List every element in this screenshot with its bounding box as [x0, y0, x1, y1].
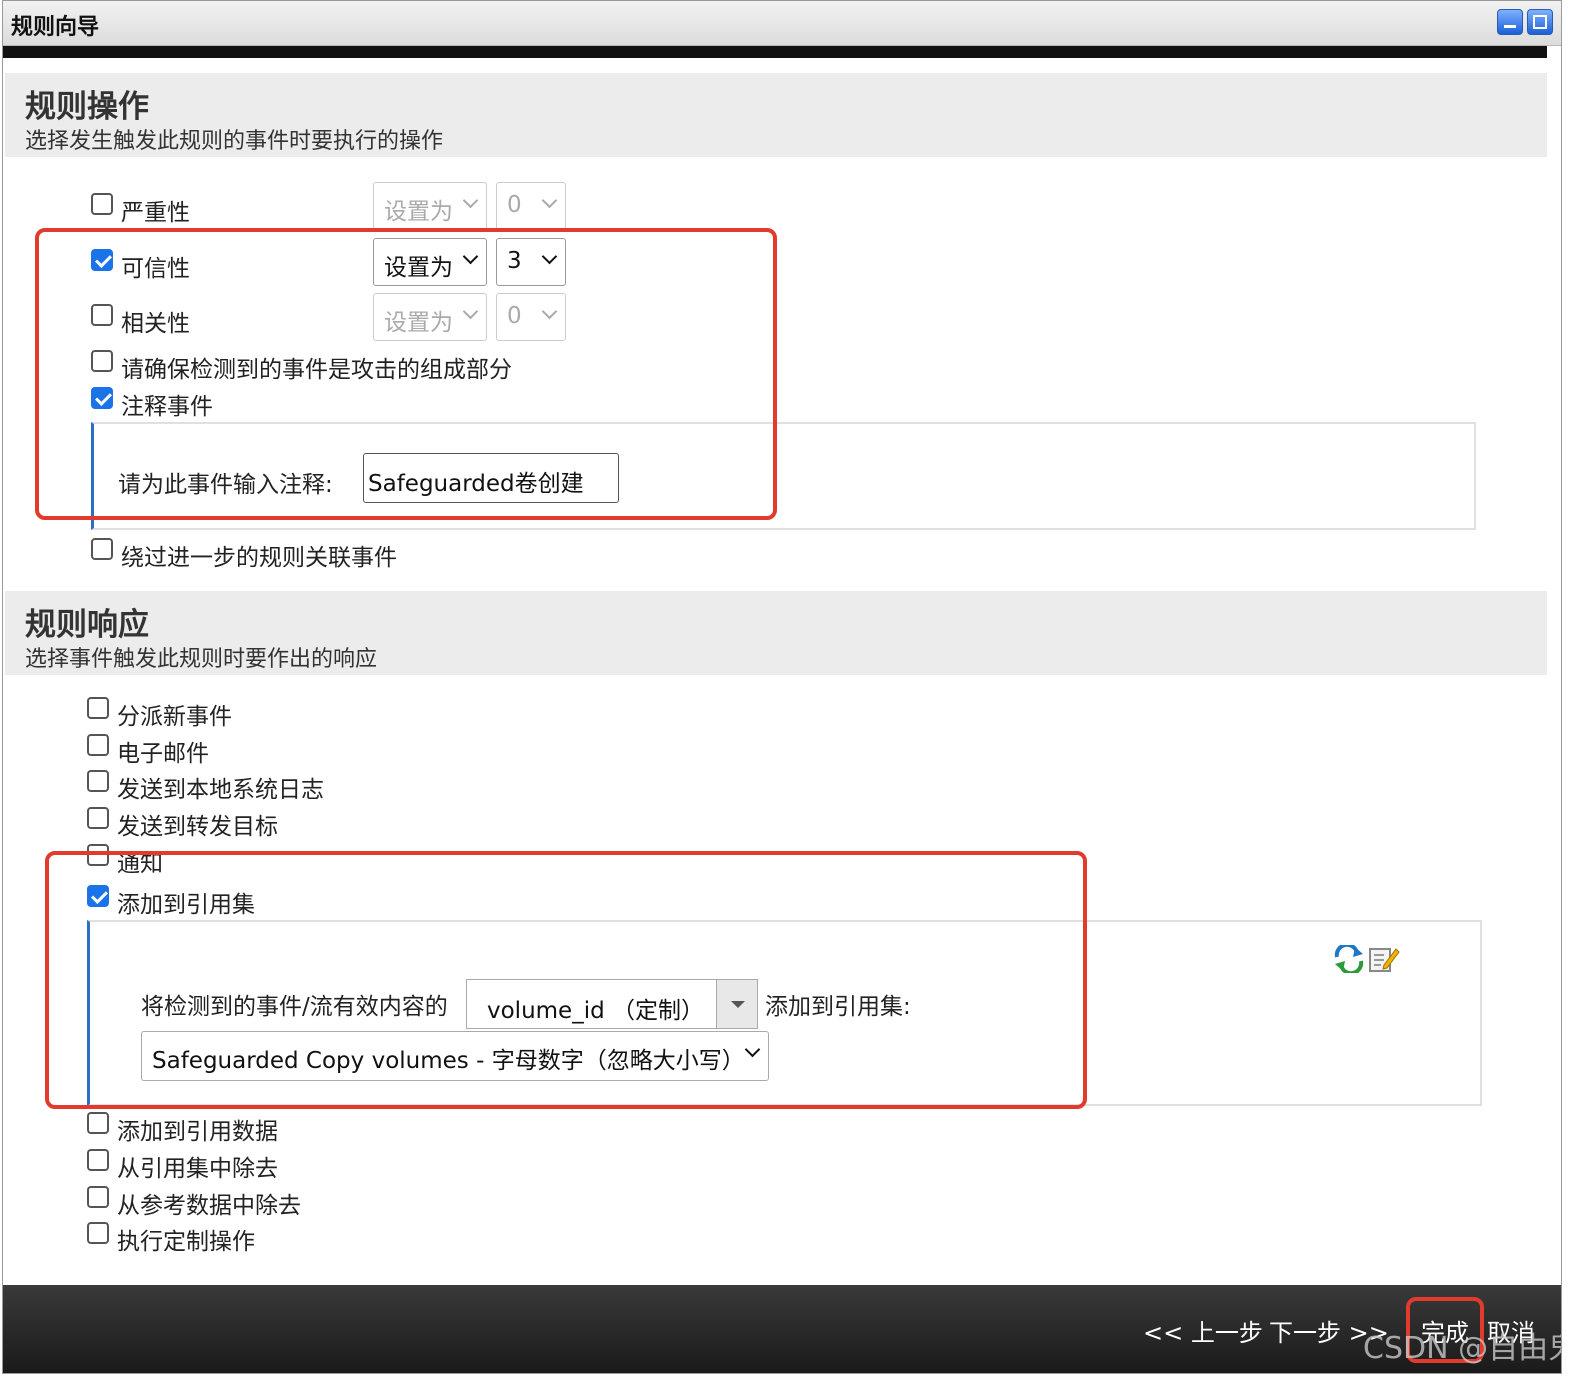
remove-from-reference-set-checkbox[interactable]	[87, 1149, 109, 1171]
rule-responses-title: 规则响应	[25, 607, 149, 643]
dispatch-new-event-label: 分派新事件	[117, 704, 232, 730]
rule-actions-title: 规则操作	[25, 89, 149, 125]
add-to-reference-data-checkbox[interactable]	[87, 1112, 109, 1134]
edit-icon[interactable]	[1368, 945, 1400, 973]
highlight-box-actions	[35, 228, 777, 520]
severity-checkbox[interactable]	[91, 193, 113, 215]
highlight-box-reference-set	[45, 851, 1087, 1109]
bypass-correlation-label: 绕过进一步的规则关联事件	[121, 545, 397, 571]
severity-value-select[interactable]: 0	[496, 182, 566, 230]
minimize-icon[interactable]	[1497, 9, 1523, 35]
add-to-reference-data-label: 添加到引用数据	[117, 1119, 278, 1145]
forward-target-checkbox[interactable]	[87, 807, 109, 829]
rule-wizard-window: 规则向导 规则操作 选择发生触发此规则的事件时要执行的操作 严重性 设置为 0 …	[2, 0, 1562, 1374]
custom-action-label: 执行定制操作	[117, 1229, 255, 1255]
watermark: CSDN @自由鬼	[1363, 1331, 1562, 1366]
chevron-down-icon	[462, 192, 479, 209]
back-button[interactable]: << 上一步	[1143, 1313, 1263, 1348]
title-bar: 规则向导	[3, 1, 1561, 46]
syslog-label: 发送到本地系统日志	[117, 777, 324, 803]
email-checkbox[interactable]	[87, 734, 109, 756]
remove-from-reference-data-label: 从参考数据中除去	[117, 1193, 301, 1219]
title-divider	[3, 46, 1547, 58]
remove-from-reference-data-checkbox[interactable]	[87, 1186, 109, 1208]
bypass-correlation-checkbox[interactable]	[91, 538, 113, 560]
severity-mode-select[interactable]: 设置为	[373, 182, 487, 230]
syslog-checkbox[interactable]	[87, 770, 109, 792]
custom-action-checkbox[interactable]	[87, 1222, 109, 1244]
chevron-down-icon	[541, 192, 558, 209]
rule-responses-subtitle: 选择事件触发此规则时要作出的响应	[25, 647, 378, 672]
dispatch-new-event-checkbox[interactable]	[87, 697, 109, 719]
rule-actions-subtitle: 选择发生触发此规则的事件时要执行的操作	[25, 129, 444, 154]
rule-responses-header: 规则响应 选择事件触发此规则时要作出的响应	[5, 591, 1547, 675]
refresh-icon[interactable]	[1333, 945, 1365, 973]
forward-target-label: 发送到转发目标	[117, 814, 278, 840]
maximize-icon[interactable]	[1527, 9, 1553, 35]
severity-label: 严重性	[121, 200, 190, 226]
wizard-footer: << 上一步 下一步 >> 完成 取消	[3, 1285, 1561, 1373]
rule-actions-header: 规则操作 选择发生触发此规则的事件时要执行的操作	[5, 73, 1547, 157]
remove-from-reference-set-label: 从引用集中除去	[117, 1156, 278, 1182]
email-label: 电子邮件	[117, 741, 209, 767]
window-title: 规则向导	[11, 15, 100, 40]
